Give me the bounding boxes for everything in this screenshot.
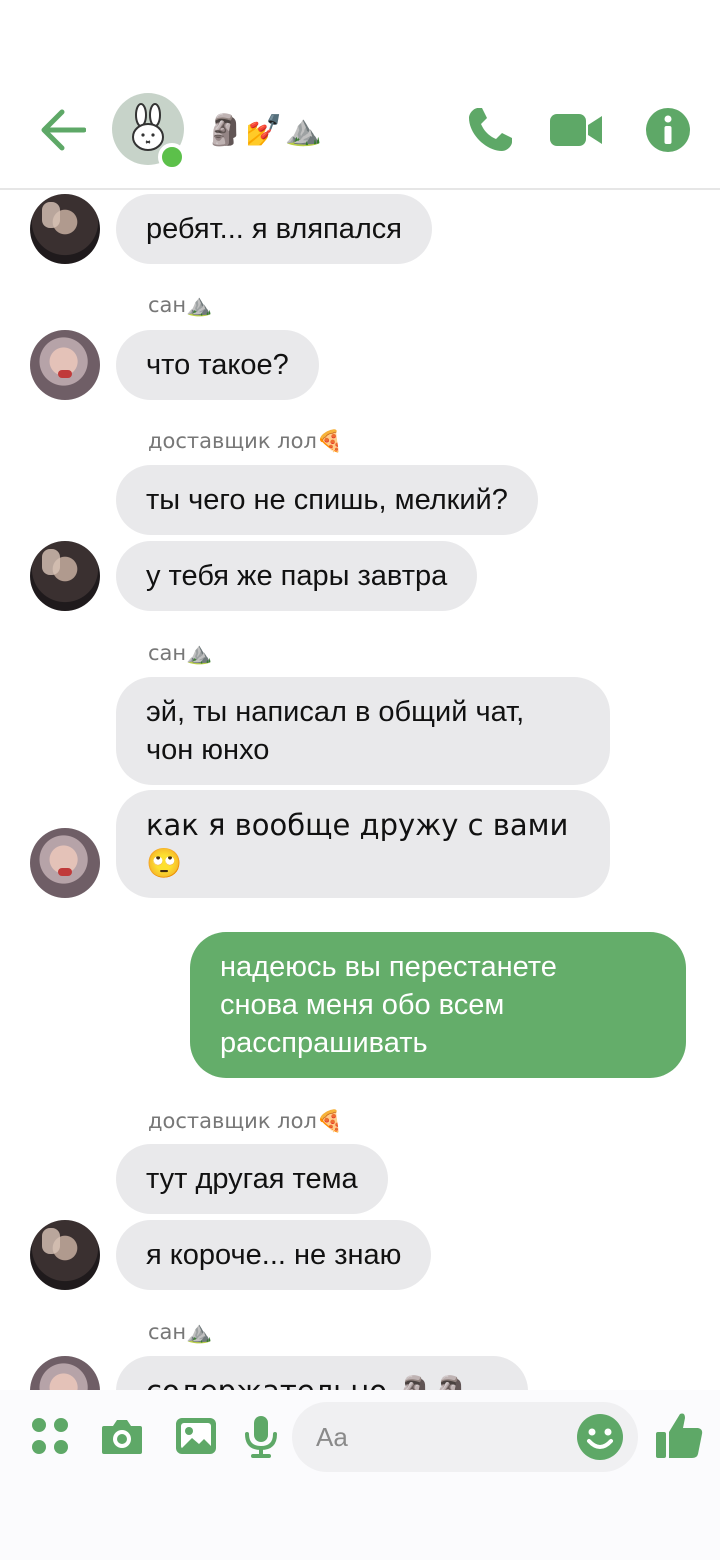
arrow-left-icon[interactable] [40,108,86,152]
group-title[interactable]: 🗿💅⛰️ [206,106,324,154]
sender-name: доставщик лол🍕 [148,429,344,453]
message-bubble[interactable]: как я вообще дружу с вами 🙄 [116,790,610,898]
message-bubble[interactable]: тут другая тема [116,1144,388,1214]
avatar-san[interactable] [30,828,100,898]
message-bubble[interactable]: ты чего не спишь, мелкий? [116,465,538,535]
message-bubble[interactable]: я короче... не знаю [116,1220,432,1290]
phone-icon[interactable] [464,104,516,156]
video-camera-icon[interactable] [548,104,604,156]
camera-icon[interactable] [100,1414,144,1458]
message-input-placeholder[interactable]: Aa [316,1420,348,1454]
chat-header: 🗿💅⛰️ [0,0,720,190]
message-bubble[interactable]: что такое? [116,330,319,400]
gallery-icon[interactable] [174,1414,218,1458]
sender-name: сан⛰️ [148,293,213,317]
message-bubble[interactable]: у тебя же пары завтра [116,541,478,611]
avatar-san[interactable] [30,1356,100,1390]
online-status-dot [158,143,186,171]
message-list[interactable]: ребят... я вляпался сан⛰️ что такое? дос… [0,192,720,1390]
sender-name: сан⛰️ [148,1320,213,1344]
message-bubble[interactable]: содержательно 🗿🗿🗿 [116,1356,528,1390]
emoji-icon[interactable] [576,1413,624,1461]
sender-name: сан⛰️ [148,641,213,665]
avatar-yunho[interactable] [30,541,100,611]
menu-icon[interactable] [28,1414,72,1458]
avatar-yunho[interactable] [30,1220,100,1290]
message-bubble[interactable]: ребят... я вляпался [116,194,432,264]
avatar-san[interactable] [30,330,100,400]
microphone-icon[interactable] [242,1414,280,1458]
message-bubble[interactable]: эй, ты написал в общий чат, чон юнхо [116,677,610,785]
avatar-yunho[interactable] [30,194,100,264]
thumbs-up-icon[interactable] [654,1410,704,1460]
own-message-bubble[interactable]: надеюсь вы перестанете снова меня обо вс… [190,932,686,1078]
sender-name: доставщик лол🍕 [148,1109,344,1133]
info-icon[interactable] [642,104,694,156]
